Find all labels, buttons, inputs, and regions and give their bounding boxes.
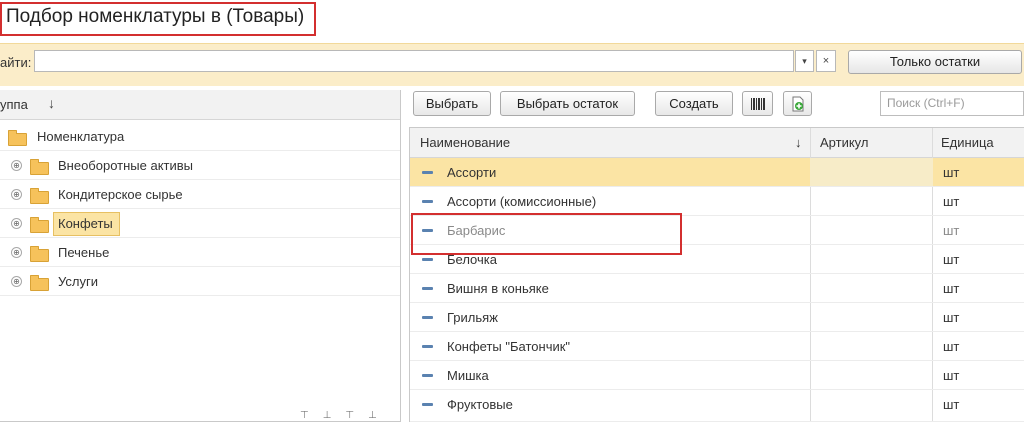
table-row-selected[interactable]: Ассорти шт: [410, 158, 1024, 187]
tree-item-label: Внеоборотные активы: [58, 158, 194, 173]
folder-icon: [30, 217, 49, 233]
cell-name: Мишка: [447, 368, 489, 383]
tree-root-label: Номенклатура: [37, 129, 125, 144]
cell-unit: шт: [943, 368, 960, 383]
cell-unit: шт: [943, 165, 960, 180]
tree-item-label: Печенье: [58, 245, 110, 260]
table-row[interactable]: Ассорти (комиссионные) шт: [410, 187, 1024, 216]
tree-item-label: Услуги: [58, 274, 98, 289]
row-annotation-box: [411, 213, 682, 255]
tree-item-label: Кондитерское сырье: [58, 187, 183, 202]
column-header-name[interactable]: Наименование: [420, 135, 510, 150]
item-icon: [422, 258, 433, 261]
table-row[interactable]: Конфеты "Батончик" шт: [410, 332, 1024, 361]
table-row[interactable]: Вишня в коньяке шт: [410, 274, 1024, 303]
sort-arrow-icon[interactable]: ↓: [48, 95, 55, 111]
create-button[interactable]: Создать: [655, 91, 733, 116]
expand-icon[interactable]: ⊕: [11, 189, 22, 200]
tree-item[interactable]: ⊕ Услуги: [0, 267, 400, 296]
cell-name: Конфеты "Батончик": [447, 339, 571, 354]
cell-unit: шт: [943, 252, 960, 267]
add-document-button[interactable]: [783, 91, 812, 116]
table-row[interactable]: Фруктовые шт: [410, 390, 1024, 422]
folder-icon: [30, 159, 49, 175]
item-icon: [422, 345, 433, 348]
table-row[interactable]: Грильяж шт: [410, 303, 1024, 332]
cell-name: Вишня в коньяке: [447, 281, 549, 296]
find-clear-button[interactable]: ×: [816, 50, 836, 72]
item-icon: [422, 287, 433, 290]
only-stock-button[interactable]: Только остатки: [848, 50, 1022, 74]
table-search-input[interactable]: Поиск (Ctrl+F): [880, 91, 1024, 116]
column-header-unit[interactable]: Единица: [941, 135, 994, 150]
select-rest-button[interactable]: Выбрать остаток: [500, 91, 635, 116]
groups-header: [0, 90, 400, 120]
cell-name: Фруктовые: [447, 397, 513, 412]
expand-icon[interactable]: ⊕: [11, 160, 22, 171]
add-document-icon: [792, 96, 803, 112]
group-column-header[interactable]: уппа: [0, 97, 28, 112]
barcode-icon: [750, 98, 765, 110]
item-icon: [422, 316, 433, 319]
folder-icon: [30, 188, 49, 204]
folder-icon: [30, 246, 49, 262]
cell-name: Грильяж: [447, 310, 498, 325]
expand-icon[interactable]: ⊕: [11, 276, 22, 287]
column-header-article[interactable]: Артикул: [820, 135, 868, 150]
tree-item[interactable]: ⊕ Кондитерское сырье: [0, 180, 400, 209]
cell-unit: шт: [943, 281, 960, 296]
find-label: айти:: [0, 55, 32, 70]
tree-item[interactable]: ⊕ Внеоборотные активы: [0, 151, 400, 180]
item-icon: [422, 171, 433, 174]
sort-arrow-icon[interactable]: ↓: [795, 135, 802, 150]
tree-item-label: Конфеты: [58, 216, 113, 231]
tree-nav-buttons[interactable]: ⊤⊥⊤⊥: [300, 410, 391, 421]
tree-root-row[interactable]: Номенклатура: [0, 122, 400, 151]
cell-unit: шт: [943, 223, 960, 238]
expand-icon[interactable]: ⊕: [11, 218, 22, 229]
window-title: Подбор номенклатуры в (Товары): [6, 6, 305, 27]
cell-unit: шт: [943, 194, 960, 209]
item-icon: [422, 200, 433, 203]
cell-name: Ассорти: [447, 165, 497, 180]
item-icon: [422, 374, 433, 377]
tree-item[interactable]: ⊕ Печенье: [0, 238, 400, 267]
barcode-button[interactable]: [742, 91, 773, 116]
article-cell: [810, 158, 933, 186]
find-dropdown-button[interactable]: ▾: [795, 50, 814, 72]
cell-name: Ассорти (комиссионные): [447, 194, 597, 209]
cell-unit: шт: [943, 397, 960, 412]
cell-unit: шт: [943, 310, 960, 325]
find-input[interactable]: [34, 50, 794, 72]
cell-unit: шт: [943, 339, 960, 354]
folder-icon: [30, 275, 49, 291]
item-icon: [422, 403, 433, 406]
expand-icon[interactable]: ⊕: [11, 247, 22, 258]
folder-icon: [8, 130, 27, 146]
select-button[interactable]: Выбрать: [413, 91, 491, 116]
table-row[interactable]: Мишка шт: [410, 361, 1024, 390]
